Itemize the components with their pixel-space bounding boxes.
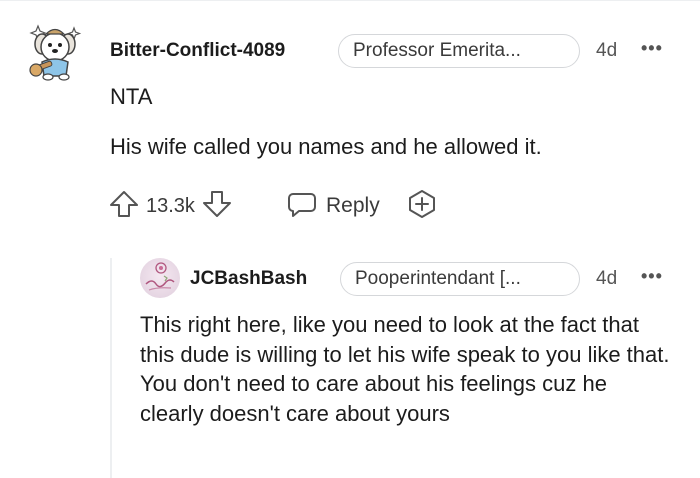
more-options-icon[interactable]: ••• (641, 38, 663, 59)
comment-thread: Bitter-Conflict-4089 Professor Emerita..… (0, 0, 700, 478)
award-plus-icon (406, 188, 438, 225)
reply-body: This right here, like you need to look a… (140, 310, 670, 428)
speech-bubble-icon (286, 188, 318, 225)
username[interactable]: JCBashBash (190, 268, 307, 290)
more-options-icon[interactable]: ••• (641, 266, 663, 287)
reply-button[interactable]: Reply (286, 188, 380, 224)
user-flair: Professor Emerita... (338, 34, 580, 68)
user-avatar[interactable] (26, 20, 84, 82)
thread-collapse-line[interactable] (110, 258, 112, 478)
vote-count: 13.3k (146, 194, 195, 217)
comment-body-line: NTA (110, 84, 153, 109)
username[interactable]: Bitter-Conflict-4089 (110, 40, 285, 62)
award-button[interactable] (406, 188, 438, 224)
floral-avatar-icon (145, 262, 175, 291)
user-flair: Pooperintendant [... (340, 262, 580, 296)
comment-body-line: His wife called you names and he allowed… (110, 134, 542, 159)
user-avatar[interactable] (140, 258, 180, 298)
comment-action-bar: 13.3k Reply (108, 188, 468, 224)
upvote-arrow-icon[interactable] (108, 188, 140, 225)
puppy-avatar-icon (29, 24, 82, 81)
timestamp[interactable]: 4d (596, 268, 617, 290)
reply-text: This right here, like you need to look a… (140, 312, 670, 426)
downvote-arrow-icon[interactable] (201, 188, 233, 225)
reply-label: Reply (326, 194, 380, 217)
timestamp[interactable]: 4d (596, 40, 617, 62)
vote-group: 13.3k (108, 188, 233, 224)
flair-text: Professor Emerita... (353, 40, 521, 61)
flair-text: Pooperintendant [... (355, 268, 521, 289)
